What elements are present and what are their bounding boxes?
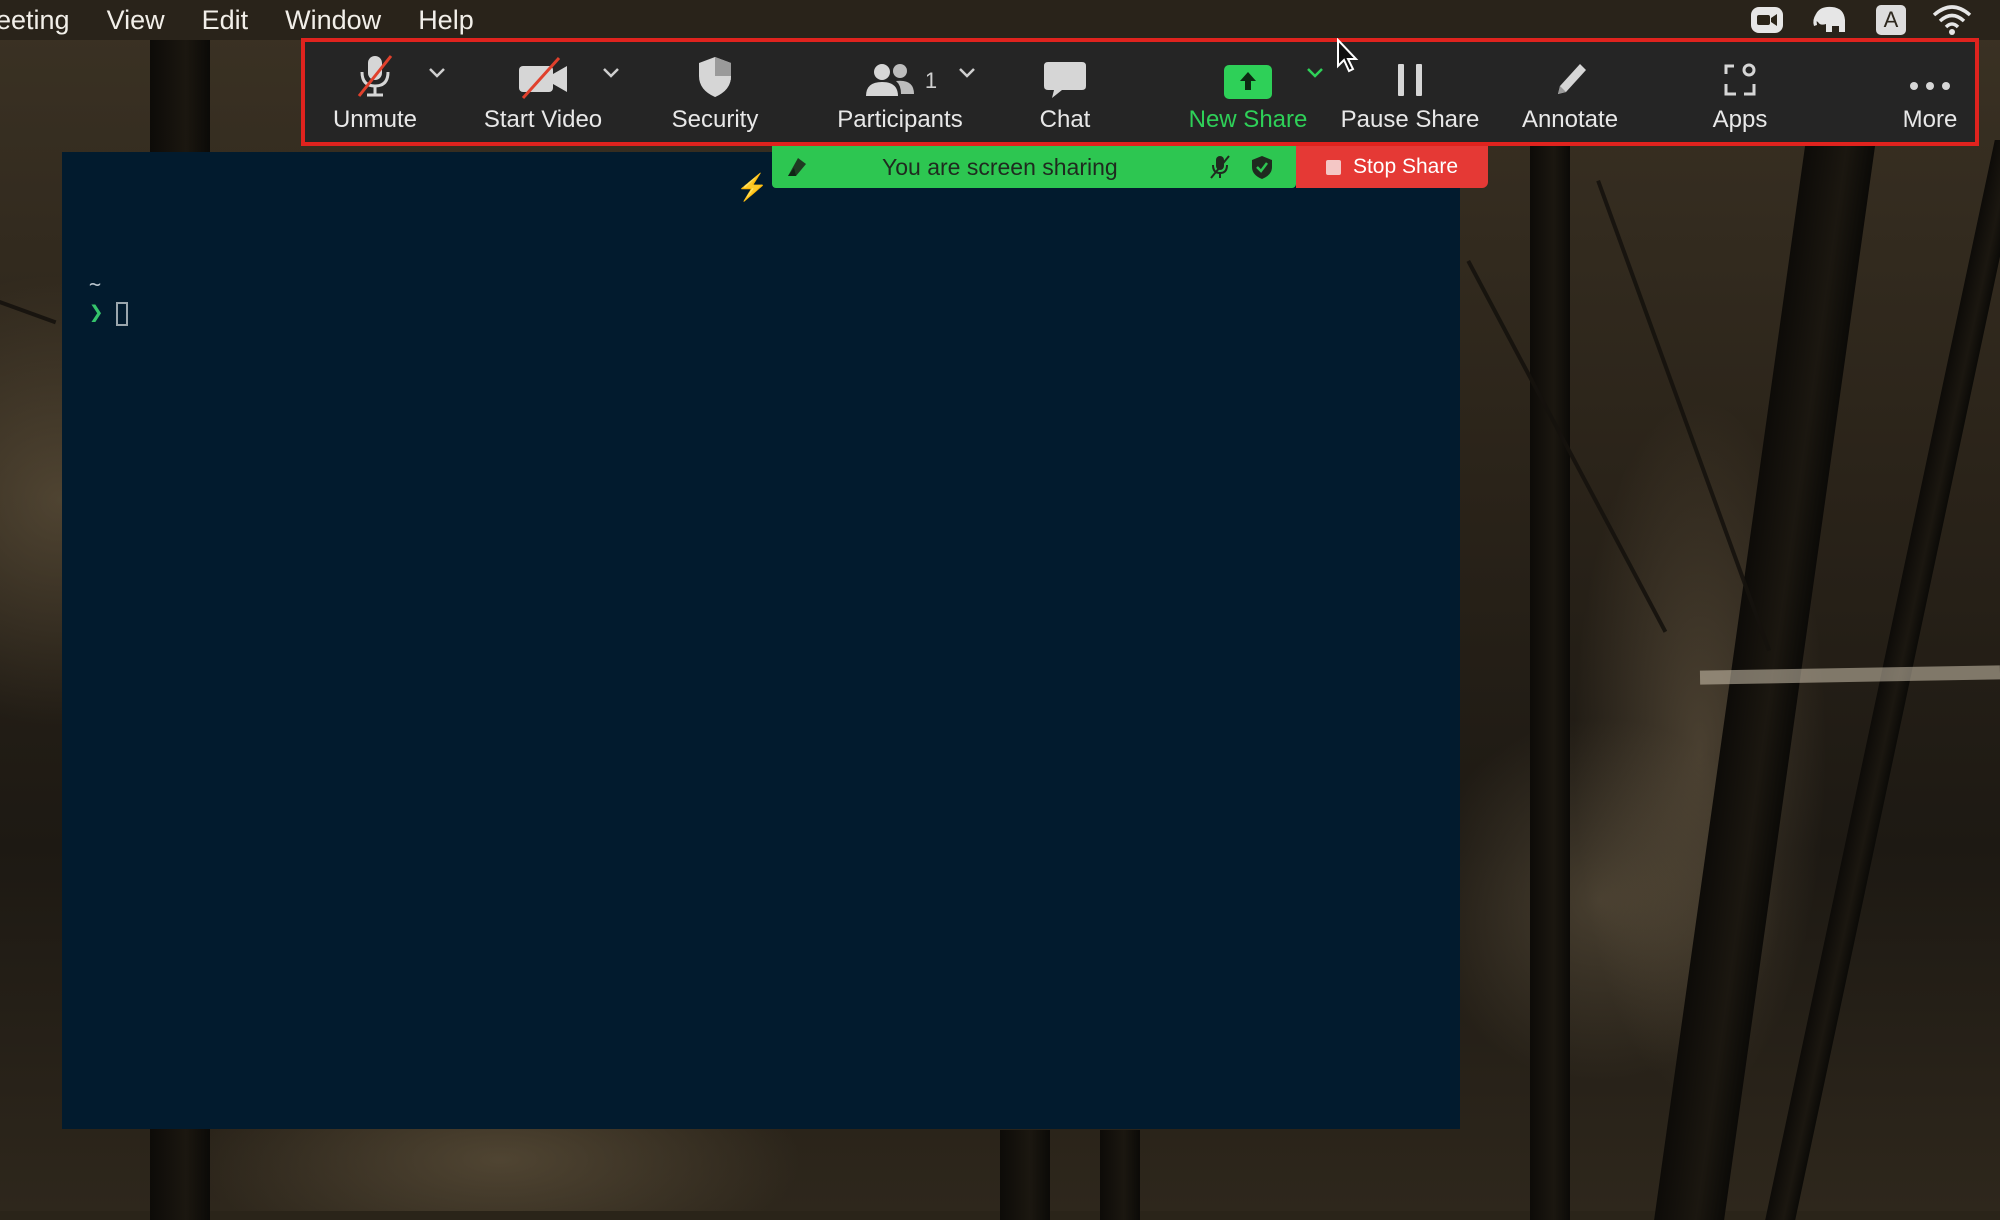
unmute-label: Unmute — [332, 106, 418, 133]
screen-sharing-message: You are screen sharing — [882, 154, 1118, 180]
mouse-pointer-icon — [1336, 37, 1362, 79]
tree-branch — [0, 300, 57, 325]
stop-share-label: Stop Share — [1352, 155, 1459, 178]
keyboard-input-icon[interactable]: A — [1876, 5, 1906, 35]
terminal-window[interactable]: ⚡ ~ ❯ — [62, 152, 1460, 1129]
pause-icon — [1392, 40, 1428, 100]
menu-view[interactable]: View — [107, 5, 165, 36]
annotate-label: Annotate — [1521, 106, 1619, 133]
new-share-label: New Share — [1188, 106, 1308, 133]
share-arrow-up-icon — [1223, 40, 1273, 100]
stop-share-button[interactable]: Stop Share — [1296, 146, 1488, 188]
participants-label: Participants — [837, 106, 963, 133]
menu-window[interactable]: Window — [285, 5, 381, 36]
menu-edit[interactable]: Edit — [202, 5, 249, 36]
chat-label: Chat — [1039, 106, 1091, 133]
zoom-camera-icon[interactable] — [1750, 5, 1784, 35]
wifi-icon[interactable] — [1932, 5, 1972, 35]
menu-meeting[interactable]: eeting — [0, 5, 70, 36]
menu-help[interactable]: Help — [418, 5, 474, 36]
share-bar-shield-icon[interactable] — [1250, 154, 1274, 185]
participants-icon: 1 — [863, 40, 937, 100]
terminal-cwd: ~ — [89, 272, 102, 296]
participants-chevron-down-icon[interactable] — [957, 66, 977, 85]
tree-trunk — [1530, 140, 1570, 1220]
new-share-button[interactable]: New Share — [1173, 40, 1323, 144]
screen-sharing-bar[interactable]: You are screen sharing — [772, 146, 1296, 188]
start-video-label: Start Video — [483, 106, 603, 133]
zoom-meeting-toolbar: Unmute Start Video Security 1 Participan… — [305, 40, 1977, 144]
chat-button[interactable]: Chat — [1015, 40, 1115, 144]
security-button[interactable]: Security — [660, 40, 770, 144]
terminal-prompt-symbol: ❯ — [89, 298, 104, 326]
lightning-bolt-icon: ⚡ — [736, 172, 769, 202]
share-bar-microphone-muted-icon[interactable] — [1208, 154, 1232, 185]
more-button[interactable]: More — [1885, 40, 1975, 144]
evernote-elephant-icon[interactable] — [1810, 4, 1850, 36]
tree-trunk — [1000, 1130, 1050, 1220]
video-options-chevron-down-icon[interactable] — [601, 66, 621, 85]
pencil-icon — [1550, 40, 1590, 100]
security-label: Security — [671, 106, 759, 133]
annotate-button[interactable]: Annotate — [1515, 40, 1625, 144]
terminal-cursor — [116, 302, 128, 326]
apps-icon — [1720, 40, 1760, 100]
unmute-button[interactable]: Unmute — [315, 40, 435, 144]
participant-count: 1 — [924, 68, 938, 93]
share-options-chevron-down-icon[interactable] — [1305, 66, 1325, 85]
menu-bar-status-area: A — [1750, 0, 1972, 40]
apps-button[interactable]: Apps — [1695, 40, 1785, 144]
participants-button[interactable]: 1 Participants — [825, 40, 975, 144]
ellipsis-icon — [1908, 40, 1952, 100]
drag-handle-icon[interactable] — [784, 154, 810, 185]
start-video-button[interactable]: Start Video — [473, 40, 613, 144]
stop-square-icon — [1325, 159, 1341, 175]
microphone-muted-icon — [353, 40, 397, 100]
audio-options-chevron-down-icon[interactable] — [427, 66, 447, 85]
tree-branch — [1596, 180, 1772, 652]
video-off-icon — [515, 40, 571, 100]
shield-icon — [695, 40, 735, 100]
pause-share-label: Pause Share — [1340, 106, 1480, 133]
macos-menu-bar: eeting View Edit Window Help A — [0, 0, 2000, 40]
chat-bubble-icon — [1042, 40, 1088, 100]
tree-trunk — [1100, 1130, 1140, 1220]
more-label: More — [1902, 106, 1958, 133]
apps-label: Apps — [1712, 106, 1768, 133]
